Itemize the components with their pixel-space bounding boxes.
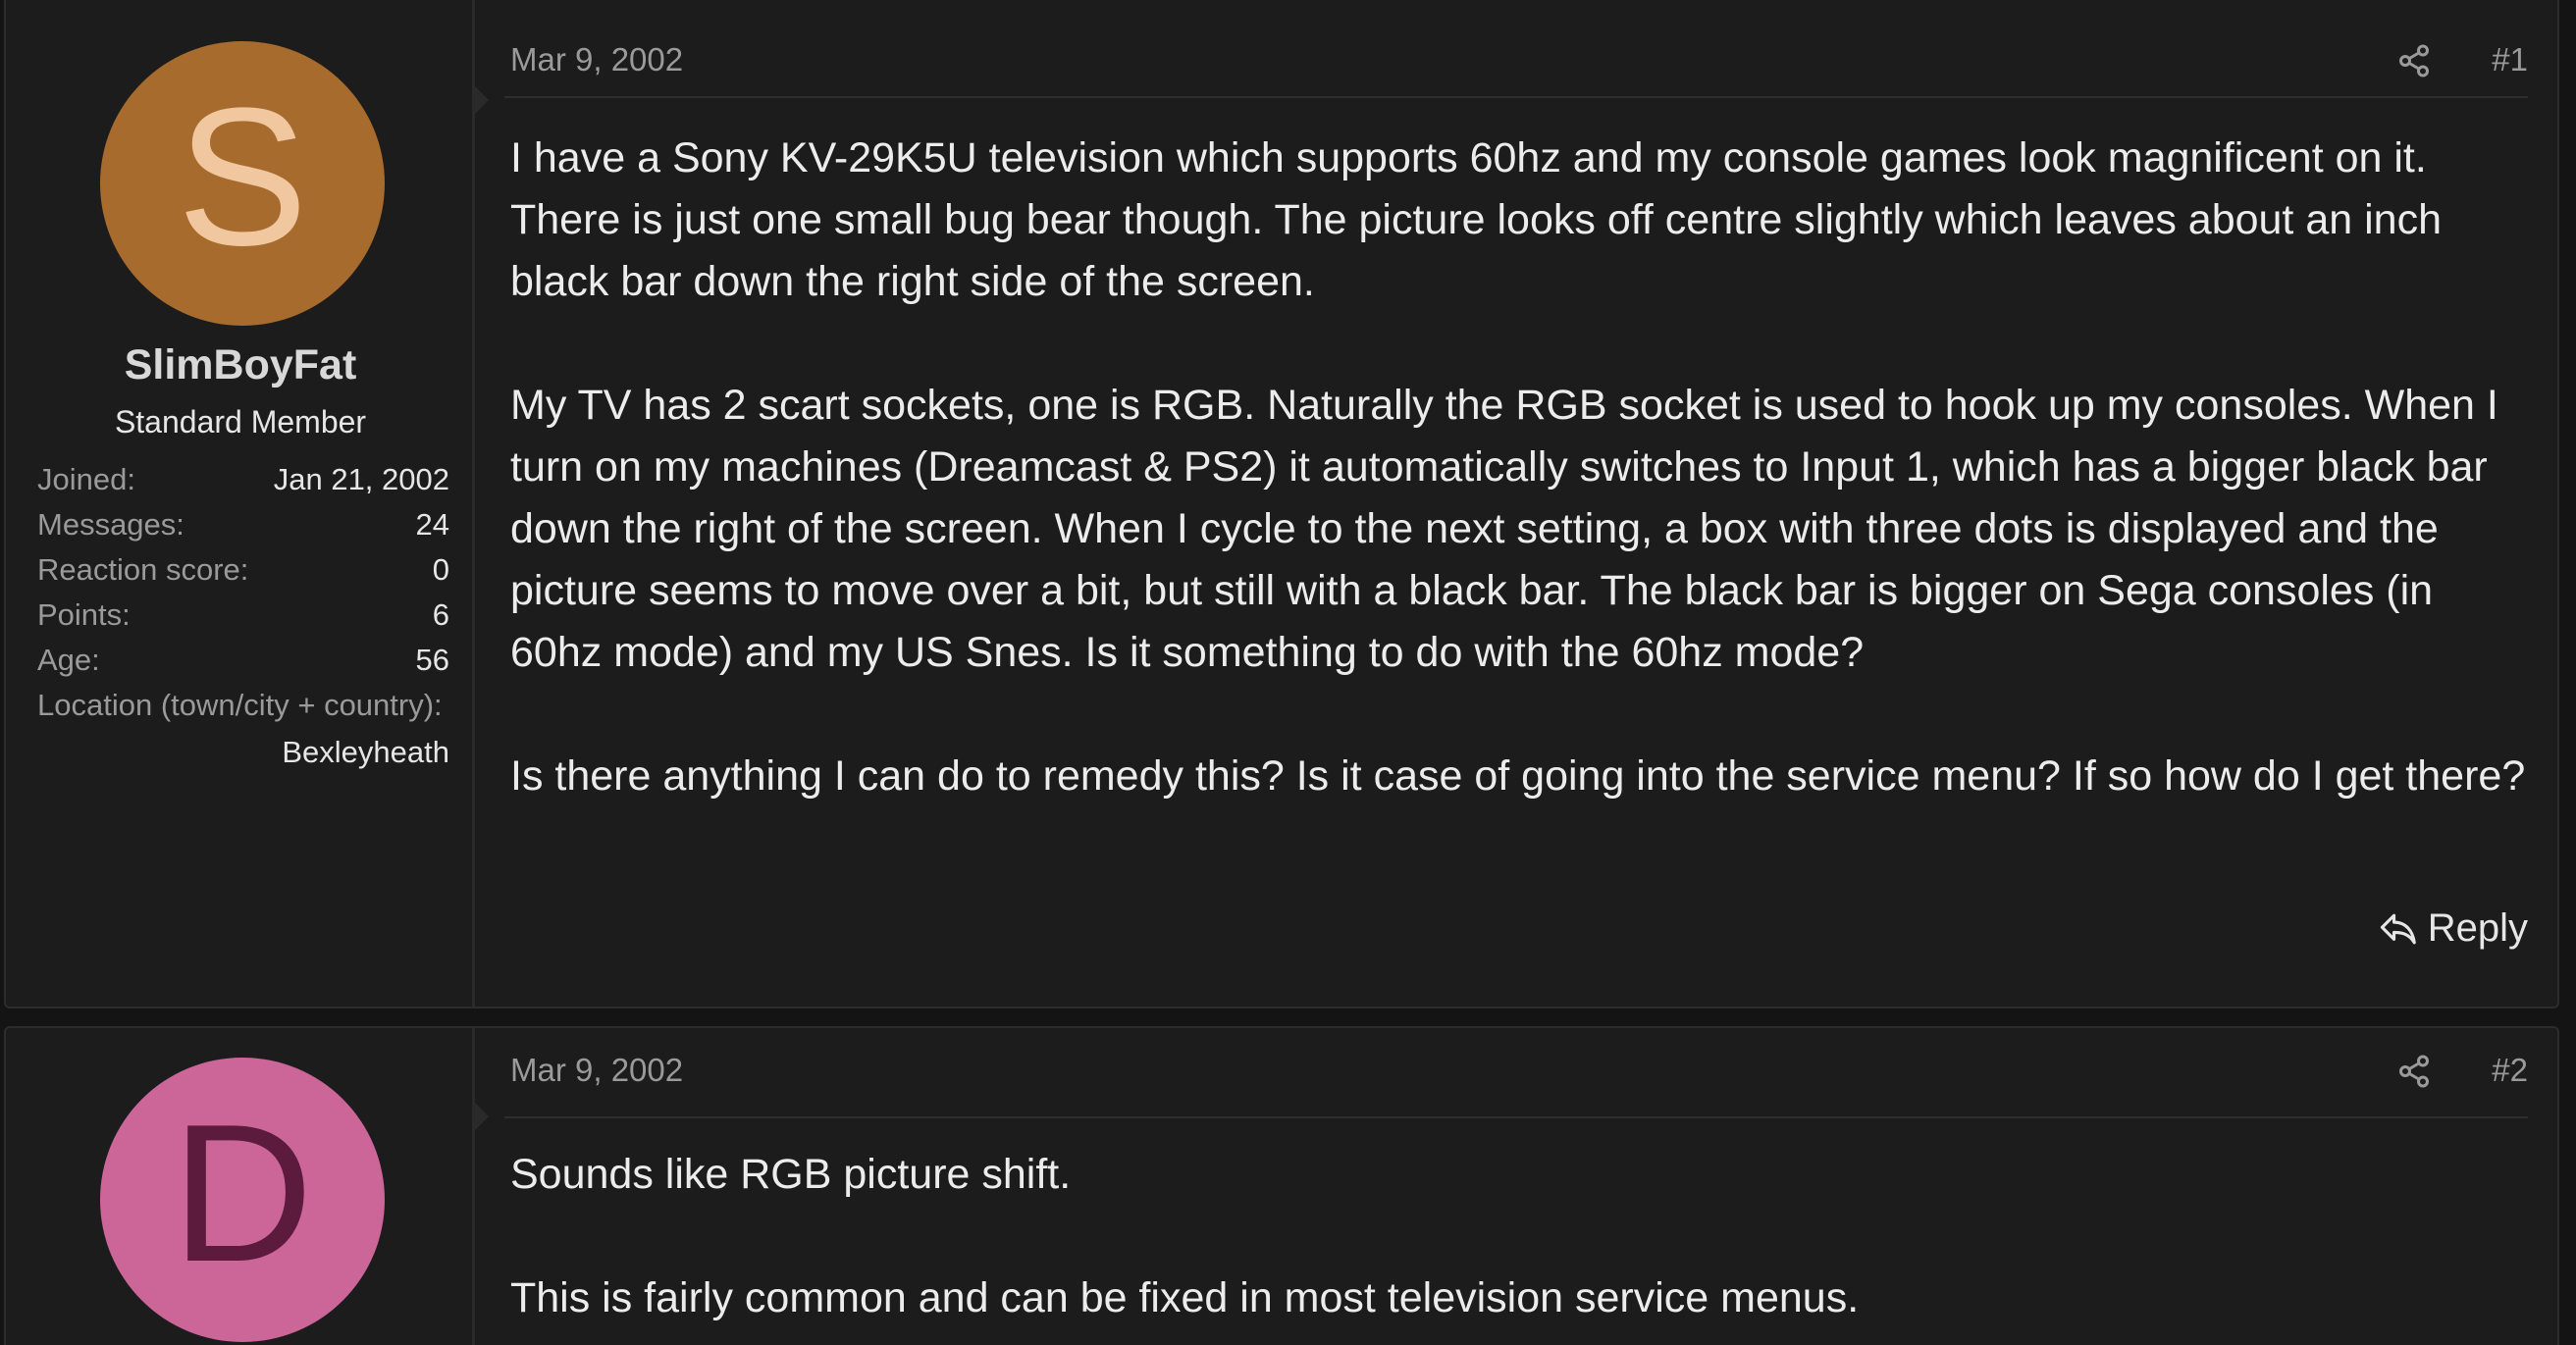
post-date[interactable]: Mar 9, 2002 <box>510 41 683 78</box>
thread-page: S SlimBoyFat Standard Member Joined: Jan… <box>0 0 2576 1345</box>
avatar[interactable]: D <box>100 1058 385 1342</box>
stat-messages: Messages: 24 <box>37 502 449 547</box>
stat-label: Joined: <box>37 462 135 496</box>
stat-age: Age: 56 <box>37 638 449 683</box>
message-paragraph: This is fairly common and can be fixed i… <box>510 1274 1860 1321</box>
post-date[interactable]: Mar 9, 2002 <box>510 1052 683 1089</box>
stat-value: 56 <box>415 643 449 677</box>
reply-button[interactable]: Reply <box>2377 906 2528 951</box>
post-body: Mar 9, 2002 #1 I have a Sony KV-29K5U te… <box>504 0 2528 1007</box>
share-icon[interactable] <box>2396 1054 2432 1089</box>
share-icon[interactable] <box>2396 43 2432 78</box>
message-paragraph: I have a Sony KV-29K5U television which … <box>510 134 2442 305</box>
stat-location-value: Bexleyheath <box>282 735 449 769</box>
stat-label: Age: <box>37 643 100 677</box>
post-2: D Mar 9, 2002 #2 Sounds like RGB picture… <box>4 1026 2559 1345</box>
stat-reaction-score: Reaction score: 0 <box>37 547 449 593</box>
stat-label: Messages: <box>37 507 184 542</box>
avatar-letter: D <box>171 1084 314 1303</box>
reply-icon <box>2380 913 2416 944</box>
stat-joined: Joined: Jan 21, 2002 <box>37 457 449 502</box>
user-panel-arrow <box>475 86 489 114</box>
post-1-user-panel: S SlimBoyFat Standard Member Joined: Jan… <box>6 0 475 1007</box>
message-content: Sounds like RGB picture shift. This is f… <box>510 1144 2528 1345</box>
stat-points: Points: 6 <box>37 593 449 638</box>
stat-label: Reaction score: <box>37 552 249 587</box>
avatar-letter: S <box>177 68 308 286</box>
message-paragraph: Sounds like RGB picture shift. <box>510 1151 1072 1198</box>
message-content: I have a Sony KV-29K5U television which … <box>510 128 2528 869</box>
stat-value[interactable]: 24 <box>416 502 449 547</box>
message-paragraph: My TV has 2 scart sockets, one is RGB. N… <box>510 382 2498 676</box>
username[interactable]: SlimBoyFat <box>6 341 475 389</box>
post-header: Mar 9, 2002 #1 <box>504 8 2528 98</box>
reply-label: Reply <box>2427 906 2528 950</box>
stat-value[interactable]: 6 <box>433 593 449 638</box>
avatar[interactable]: S <box>100 41 385 326</box>
post-number-link[interactable]: #2 <box>2492 1052 2528 1089</box>
post-header: Mar 9, 2002 #2 <box>504 1028 2528 1118</box>
user-panel-arrow <box>475 1103 489 1130</box>
user-title: Standard Member <box>114 404 367 440</box>
stat-value: Jan 21, 2002 <box>273 462 449 496</box>
stat-value: 0 <box>432 552 449 587</box>
stat-location-label: Location (town/city + country): <box>37 688 443 722</box>
post-body: Mar 9, 2002 #2 Sounds like RGB picture s… <box>504 1028 2528 1345</box>
stat-label: Points: <box>37 597 131 632</box>
post-2-user-panel: D <box>6 1028 475 1345</box>
user-stats: Joined: Jan 21, 2002 Messages: 24 Reacti… <box>37 457 449 775</box>
message-paragraph: Is there anything I can do to remedy thi… <box>510 752 2526 800</box>
post-1: S SlimBoyFat Standard Member Joined: Jan… <box>4 0 2559 1009</box>
post-number-link[interactable]: #1 <box>2492 41 2528 78</box>
